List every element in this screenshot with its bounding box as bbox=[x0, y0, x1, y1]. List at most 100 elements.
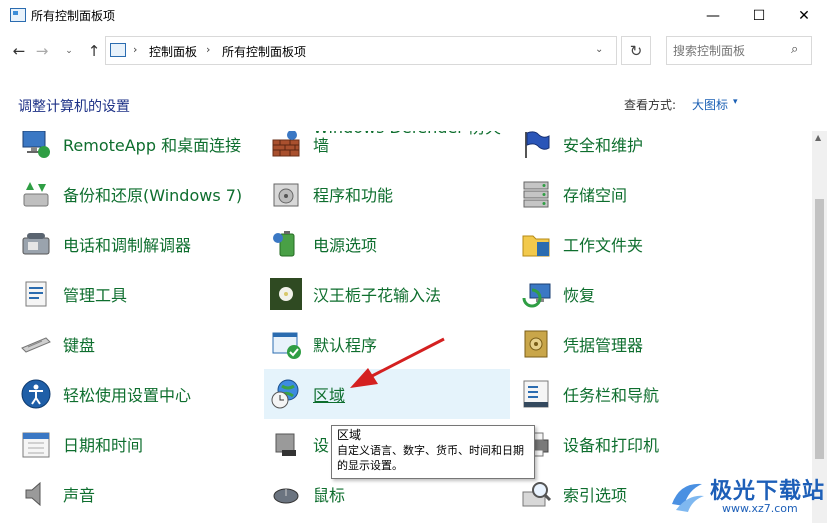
tooltip-title: 区域 bbox=[337, 428, 362, 442]
item-firewall[interactable]: Windows Defender 防火墙 bbox=[268, 131, 513, 169]
up-button[interactable]: ↑ bbox=[84, 42, 104, 60]
title-bar: 所有控制面板项 — ☐ ✕ bbox=[0, 0, 827, 31]
region-tooltip: 区域 自定义语言、数字、货币、时间和日期的显示设置。 bbox=[331, 425, 535, 479]
watermark-url: www.xz7.com bbox=[722, 502, 798, 515]
magnifier-icon bbox=[522, 482, 552, 507]
search-box[interactable]: ⌕ bbox=[666, 36, 812, 65]
item-date-time[interactable]: 日期和时间 bbox=[18, 419, 263, 469]
item-label: 键盘 bbox=[63, 336, 96, 355]
item-region[interactable]: 区域 bbox=[264, 369, 510, 419]
item-label: 鼠标 bbox=[313, 486, 346, 505]
item-label: 汉王栀子花输入法 bbox=[313, 286, 442, 305]
breadcrumb-all-items[interactable]: 所有控制面板项 bbox=[222, 43, 306, 60]
close-button[interactable]: ✕ bbox=[781, 0, 827, 31]
item-recovery[interactable]: 恢复 bbox=[518, 269, 763, 319]
address-bar[interactable]: › 控制面板 › 所有控制面板项 ⌄ bbox=[105, 36, 617, 65]
item-ease-of-access[interactable]: 轻松使用设置中心 bbox=[18, 369, 263, 419]
item-default-programs[interactable]: 默认程序 bbox=[268, 319, 513, 369]
backup-icon bbox=[23, 182, 49, 207]
item-label: 凭据管理器 bbox=[563, 336, 644, 355]
view-by-label: 查看方式: bbox=[624, 98, 677, 112]
search-icon[interactable]: ⌕ bbox=[791, 42, 798, 57]
mouse-icon bbox=[273, 488, 299, 504]
item-devices-printers[interactable]: 设备和打印机 bbox=[518, 419, 763, 469]
navigation-bar: ← → ⌄ ↑ › 控制面板 › 所有控制面板项 ⌄ ↻ ⌕ bbox=[0, 31, 827, 73]
item-storage-spaces[interactable]: 存储空间 bbox=[518, 169, 763, 219]
firewall-icon bbox=[272, 131, 300, 157]
control-panel-icon bbox=[10, 8, 26, 22]
item-label: 区域 bbox=[313, 386, 346, 405]
address-dropdown-button[interactable]: ⌄ bbox=[595, 44, 603, 55]
watermark-logo: 极光下载站 www.xz7.com bbox=[666, 470, 824, 520]
vault-icon bbox=[524, 330, 548, 358]
item-label: 管理工具 bbox=[63, 286, 128, 305]
content-header: 调整计算机的设置 查看方式: 大图标 ▾ bbox=[0, 73, 827, 131]
default-programs-icon bbox=[272, 332, 301, 359]
item-label: 程序和功能 bbox=[313, 186, 394, 205]
item-label: Windows Defender 防火墙 bbox=[313, 131, 501, 155]
breadcrumb-control-panel[interactable]: 控制面板 bbox=[149, 43, 197, 60]
chevron-right-icon[interactable]: › bbox=[133, 43, 137, 56]
item-taskbar-navigation[interactable]: 任务栏和导航 bbox=[518, 369, 763, 419]
globe-clock-icon bbox=[271, 379, 299, 409]
item-work-folders[interactable]: 工作文件夹 bbox=[518, 219, 763, 269]
item-credential-manager[interactable]: 凭据管理器 bbox=[518, 319, 763, 369]
item-label: 设 bbox=[313, 436, 330, 455]
chevron-right-icon[interactable]: › bbox=[206, 43, 210, 56]
item-remoteapp[interactable]: RemoteApp 和桌面连接 bbox=[18, 131, 263, 169]
item-label: 安全和维护 bbox=[563, 136, 644, 155]
item-backup-restore[interactable]: 备份和还原(Windows 7) bbox=[18, 169, 263, 219]
storage-icon bbox=[523, 181, 549, 208]
back-button[interactable]: ← bbox=[9, 42, 29, 60]
aurora-logo-icon bbox=[672, 483, 704, 512]
item-label: 存储空间 bbox=[563, 186, 628, 205]
item-admin-tools[interactable]: 管理工具 bbox=[18, 269, 263, 319]
admin-tools-icon bbox=[25, 281, 47, 307]
item-security-maintenance[interactable]: 安全和维护 bbox=[518, 131, 763, 169]
recent-locations-button[interactable]: ⌄ bbox=[59, 46, 79, 56]
folder-icon bbox=[522, 235, 550, 257]
item-phone-modem[interactable]: 电话和调制解调器 bbox=[18, 219, 263, 269]
item-sound[interactable]: 声音 bbox=[18, 469, 263, 519]
item-power-options[interactable]: 电源选项 bbox=[268, 219, 513, 269]
calendar-icon bbox=[22, 432, 50, 458]
item-label: 日期和时间 bbox=[63, 436, 144, 455]
item-label: 电话和调制解调器 bbox=[63, 236, 192, 255]
recovery-icon bbox=[522, 283, 551, 308]
vertical-scrollbar[interactable]: ▲ bbox=[812, 131, 827, 523]
item-label: 备份和还原(Windows 7) bbox=[63, 186, 243, 205]
item-programs-features[interactable]: 程序和功能 bbox=[268, 169, 513, 219]
minimize-button[interactable]: — bbox=[690, 0, 736, 31]
item-label: 默认程序 bbox=[313, 336, 378, 355]
maximize-button[interactable]: ☐ bbox=[736, 0, 782, 31]
refresh-button[interactable]: ↻ bbox=[621, 36, 651, 65]
speaker-icon bbox=[25, 481, 41, 507]
item-label: 电源选项 bbox=[313, 236, 378, 255]
gardenia-flower-icon bbox=[270, 278, 302, 310]
item-hanwang-ime[interactable]: 汉王栀子花输入法 bbox=[268, 269, 513, 319]
ease-of-access-icon bbox=[21, 379, 51, 409]
taskbar-icon bbox=[523, 380, 549, 408]
tooltip-body: 自定义语言、数字、货币、时间和日期的显示设置。 bbox=[337, 444, 524, 472]
item-label: 轻松使用设置中心 bbox=[63, 386, 192, 405]
programs-icon bbox=[273, 183, 299, 207]
scroll-up-icon[interactable]: ▲ bbox=[815, 133, 821, 142]
forward-button[interactable]: → bbox=[32, 42, 52, 60]
item-label: RemoteApp 和桌面连接 bbox=[63, 136, 242, 155]
item-label: 设备和打印机 bbox=[563, 436, 660, 455]
search-input[interactable] bbox=[673, 42, 788, 60]
scrollbar-thumb[interactable] bbox=[815, 199, 824, 459]
watermark-text: 极光下载站 bbox=[710, 479, 826, 504]
chevron-down-icon[interactable]: ▾ bbox=[733, 97, 738, 107]
item-keyboard[interactable]: 键盘 bbox=[18, 319, 263, 369]
phone-icon bbox=[22, 233, 50, 255]
item-label: 任务栏和导航 bbox=[563, 386, 660, 405]
item-label: 声音 bbox=[63, 486, 96, 505]
keyboard-icon bbox=[21, 337, 51, 353]
remote-desktop-icon bbox=[22, 131, 50, 158]
item-label: 恢复 bbox=[563, 286, 596, 305]
battery-icon bbox=[273, 231, 295, 257]
view-by-select[interactable]: 大图标 bbox=[692, 96, 728, 113]
flag-icon bbox=[525, 131, 550, 158]
item-label: 工作文件夹 bbox=[563, 236, 644, 255]
